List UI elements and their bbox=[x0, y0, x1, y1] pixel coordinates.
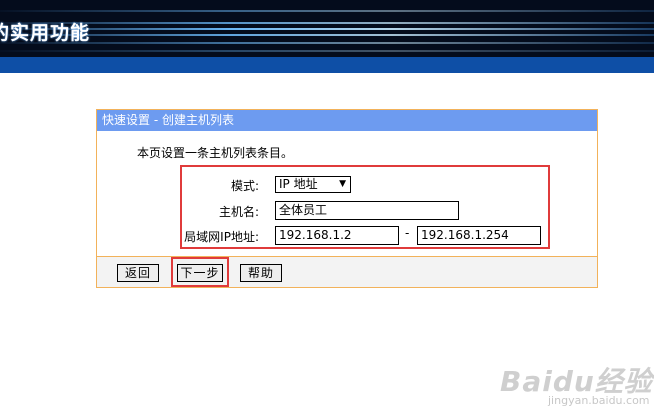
panel-title: 快速设置 - 创建主机列表 bbox=[97, 110, 597, 131]
mode-select[interactable]: IP 地址 ▼ bbox=[275, 176, 351, 193]
ip-range-separator: - bbox=[405, 226, 410, 240]
mode-label: 模式: bbox=[230, 179, 259, 193]
hostname-label: 主机名: bbox=[218, 205, 259, 219]
button-bar bbox=[97, 257, 597, 287]
hostname-input[interactable]: 全体员工 bbox=[275, 201, 459, 220]
intro-text: 本页设置一条主机列表条目。 bbox=[137, 146, 294, 160]
quick-setup-panel: 快速设置 - 创建主机列表 本页设置一条主机列表条目。 模式: IP 地址 ▼ … bbox=[96, 109, 598, 288]
top-banner: 的实用功能 bbox=[0, 0, 654, 57]
ip-start-input[interactable]: 192.168.1.2 bbox=[275, 226, 399, 245]
ip-end-input[interactable]: 192.168.1.254 bbox=[417, 226, 541, 245]
lan-ip-label: 局域网IP地址: bbox=[184, 230, 259, 244]
dropdown-arrow-icon: ▼ bbox=[339, 179, 346, 189]
baidu-watermark-url: jingyan.baidu.com bbox=[548, 394, 650, 407]
mode-select-value: IP 地址 bbox=[279, 177, 318, 191]
blue-divider-bar bbox=[0, 57, 654, 73]
help-button[interactable]: 帮助 bbox=[240, 264, 282, 282]
next-button[interactable]: 下一步 bbox=[177, 264, 223, 282]
back-button[interactable]: 返回 bbox=[117, 264, 159, 282]
banner-title: 的实用功能 bbox=[0, 22, 91, 44]
